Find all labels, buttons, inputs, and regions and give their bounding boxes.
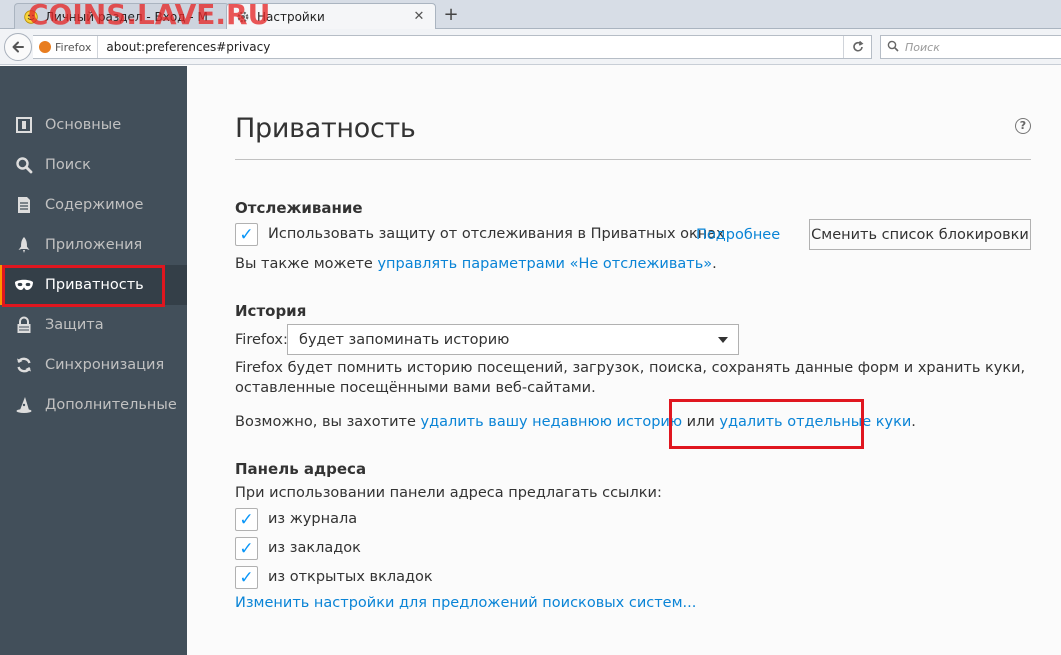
suggest-bookmarks-label: из закладок — [268, 540, 361, 556]
history-description-2: оставленные посещёнными вами веб-сайтами… — [235, 380, 596, 396]
sidebar-item-content[interactable]: Содержимое — [0, 185, 187, 225]
dnt-settings-link[interactable]: управлять параметрами «Не отслеживать» — [377, 256, 712, 272]
lock-icon — [14, 315, 34, 335]
back-button[interactable] — [4, 33, 32, 61]
highlight-box-privacy — [2, 265, 165, 307]
tab-label: Настройки — [257, 9, 325, 24]
sidebar-item-label: Основные — [45, 117, 122, 133]
suggest-open-tabs-checkbox[interactable]: ✓ — [235, 566, 258, 589]
sidebar-item-security[interactable]: Защита — [0, 305, 187, 345]
reload-icon — [852, 40, 863, 52]
tab-strip: Личный раздел - Вход - М Настройки ✕ + C… — [0, 0, 1061, 31]
content-icon — [14, 195, 34, 215]
history-heading: История — [235, 302, 307, 320]
sidebar-item-advanced[interactable]: Дополнительные — [0, 385, 187, 425]
tracking-more-link[interactable]: Подробнее — [696, 227, 780, 243]
sidebar-item-sync[interactable]: Синхронизация — [0, 345, 187, 385]
categories-sidebar: Основные Поиск Содержимое Приложения При… — [0, 66, 187, 655]
back-arrow-icon — [12, 41, 24, 53]
reload-button[interactable] — [843, 36, 871, 58]
location-bar-heading: Панель адреса — [235, 460, 367, 478]
sidebar-item-label: Синхронизация — [45, 357, 165, 373]
search-placeholder: Поиск — [905, 40, 940, 54]
sidebar-item-label: Содержимое — [45, 197, 144, 213]
sidebar-item-applications[interactable]: Приложения — [0, 225, 187, 265]
tracking-heading: Отслеживание — [235, 199, 363, 217]
rocket-icon — [14, 235, 34, 255]
close-icon[interactable]: ✕ — [411, 9, 427, 24]
general-icon — [14, 115, 34, 135]
firefox-label: Firefox: — [235, 332, 288, 348]
suggest-bookmarks-checkbox[interactable]: ✓ — [235, 537, 258, 560]
url-bar[interactable]: Firefox about:preferences#privacy — [33, 35, 872, 59]
title-divider — [235, 159, 1031, 160]
help-icon[interactable]: ? — [1015, 118, 1031, 134]
navigation-toolbar: Firefox about:preferences#privacy Поиск — [0, 29, 1061, 65]
tracking-protection-label: Использовать защиту от отслеживания в Пр… — [268, 226, 725, 242]
wizard-hat-icon — [14, 395, 34, 415]
sidebar-item-label: Приложения — [45, 237, 143, 253]
search-suggestions-settings-link[interactable]: Изменить настройки для предложений поиск… — [235, 595, 696, 611]
sidebar-item-general[interactable]: Основные — [0, 105, 187, 145]
history-mode-select[interactable]: будет запоминать историю — [287, 324, 739, 355]
identity-box[interactable]: Firefox — [33, 36, 99, 58]
identity-label: Firefox — [55, 40, 92, 54]
sync-icon — [14, 355, 34, 375]
search-icon — [14, 155, 34, 175]
tracking-protection-checkbox[interactable]: ✓ — [235, 223, 258, 246]
watermark: COINS.LAVE.RU — [28, 0, 271, 31]
history-description-1: Firefox будет помнить историю посещений,… — [235, 360, 1026, 376]
dnt-line: Вы также можете управлять параметрами «Н… — [235, 256, 717, 272]
firefox-icon — [39, 41, 51, 53]
sidebar-item-label: Защита — [45, 317, 104, 333]
privacy-pane: Приватность ? Отслеживание ✓ Использоват… — [187, 66, 1061, 655]
highlight-box-cookies — [669, 399, 864, 449]
page-title: Приватность — [235, 113, 416, 144]
suggest-history-checkbox[interactable]: ✓ — [235, 508, 258, 531]
history-mode-value: будет запоминать историю — [299, 331, 510, 348]
clear-recent-history-link[interactable]: удалить вашу недавнюю историю — [420, 414, 682, 430]
sidebar-item-label: Дополнительные — [45, 397, 177, 413]
dropdown-arrow-icon — [718, 337, 728, 343]
search-icon — [887, 40, 899, 55]
location-bar-intro: При использовании панели адреса предлага… — [235, 485, 662, 501]
search-bar[interactable]: Поиск — [880, 35, 1061, 59]
suggest-history-label: из журнала — [268, 511, 358, 527]
url-text[interactable]: about:preferences#privacy — [98, 40, 843, 54]
sidebar-item-search[interactable]: Поиск — [0, 145, 187, 185]
suggest-open-tabs-label: из открытых вкладок — [268, 569, 433, 585]
new-tab-button[interactable]: + — [440, 4, 462, 26]
change-blocklist-button[interactable]: Сменить список блокировки — [809, 219, 1031, 250]
sidebar-item-label: Поиск — [45, 157, 91, 173]
